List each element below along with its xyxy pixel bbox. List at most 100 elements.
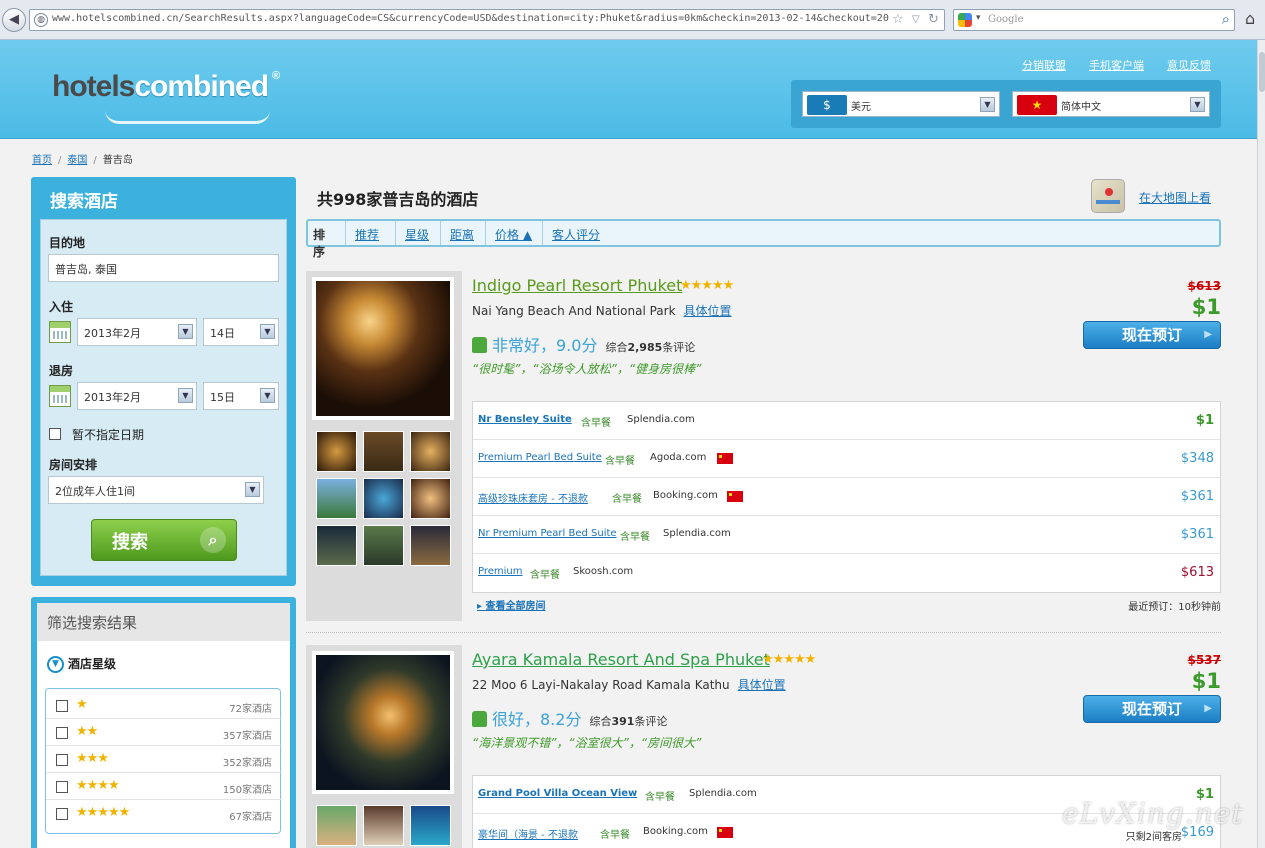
- hotel-name-link[interactable]: Indigo Pearl Resort Phuket: [472, 276, 682, 295]
- search-engine-icon[interactable]: [958, 13, 972, 27]
- location-link[interactable]: 具体位置: [684, 304, 732, 318]
- calendar-icon[interactable]: [49, 385, 71, 407]
- page-scrollbar[interactable]: [1257, 40, 1265, 848]
- room-price[interactable]: $348: [1181, 451, 1214, 466]
- checkin-day-select[interactable]: 14日 ▼: [203, 318, 279, 346]
- sort-price[interactable]: 价格 ▲: [486, 221, 543, 245]
- hotel-thumbnail[interactable]: [316, 431, 357, 472]
- star-checkbox[interactable]: [56, 781, 68, 793]
- reload-icon[interactable]: ↻: [928, 12, 939, 27]
- feedback-link[interactable]: 意见反馈: [1167, 57, 1211, 73]
- star-filter-row[interactable]: ★★ 357家酒店: [46, 719, 282, 746]
- view-all-rooms-link[interactable]: 查看全部房间: [477, 597, 546, 612]
- sort-rating[interactable]: 客人评分: [543, 221, 615, 245]
- search-button[interactable]: 搜索 ⌕: [91, 519, 237, 561]
- breadcrumb-country[interactable]: 泰国: [67, 155, 87, 166]
- room-name-link[interactable]: 高级珍珠床套房 - 不退款: [478, 490, 588, 505]
- room-price[interactable]: $1: [1196, 413, 1214, 428]
- table-row[interactable]: Premium 含早餐 Skoosh.com $613: [473, 554, 1220, 592]
- star-icon: ★★: [76, 724, 98, 739]
- hotel-thumbnail[interactable]: [316, 525, 357, 566]
- chevron-down-icon[interactable]: ▼: [178, 324, 193, 339]
- chevron-down-icon[interactable]: ▼: [260, 388, 275, 403]
- room-name-link[interactable]: Premium: [478, 566, 523, 577]
- chevron-down-icon[interactable]: ▼: [1190, 97, 1205, 112]
- hotel-thumbnail[interactable]: [316, 478, 357, 519]
- table-row[interactable]: Premium Pearl Bed Suite 含早餐 Agoda.com $348: [473, 440, 1220, 478]
- mobile-app-link[interactable]: 手机客户端: [1089, 57, 1144, 73]
- destination-label: 目的地: [49, 236, 86, 250]
- breadcrumb-home[interactable]: 首页: [32, 155, 52, 166]
- hotel-main-photo[interactable]: [312, 277, 454, 420]
- room-price[interactable]: $613: [1181, 565, 1214, 580]
- star-filter-row[interactable]: ★★★★★ 67家酒店: [46, 800, 282, 827]
- chevron-down-icon[interactable]: ▼: [178, 388, 193, 403]
- best-price: $1: [1191, 295, 1221, 319]
- hotel-main-photo[interactable]: [312, 651, 454, 794]
- sort-recommended[interactable]: 推荐: [346, 221, 396, 245]
- calendar-icon[interactable]: [49, 321, 71, 343]
- sort-distance[interactable]: 距离: [441, 221, 486, 245]
- hotel-thumbnail[interactable]: [363, 525, 404, 566]
- sort-stars[interactable]: 星级: [396, 221, 441, 245]
- big-map-link[interactable]: 在大地图上看: [1139, 189, 1211, 206]
- room-name-link[interactable]: 豪华间（海景 - 不退款: [478, 826, 578, 841]
- room-price[interactable]: $361: [1181, 489, 1214, 504]
- room-price[interactable]: $361: [1181, 527, 1214, 542]
- rooms-select[interactable]: 2位成年人住1间 ▼: [48, 476, 264, 504]
- hotel-thumbnail[interactable]: [363, 431, 404, 472]
- room-name-link[interactable]: Grand Pool Villa Ocean View: [478, 788, 637, 799]
- history-dropdown-icon[interactable]: ▽: [912, 14, 920, 25]
- room-name-link[interactable]: Premium Pearl Bed Suite: [478, 452, 602, 463]
- bookmark-star-icon[interactable]: ☆: [892, 12, 904, 27]
- no-date-checkbox[interactable]: [49, 428, 61, 440]
- back-arrow-icon[interactable]: ◀: [2, 8, 26, 32]
- star-checkbox[interactable]: [56, 808, 68, 820]
- affiliate-link[interactable]: 分销联盟: [1022, 57, 1066, 73]
- star-checkbox[interactable]: [56, 727, 68, 739]
- checkout-day-select[interactable]: 15日 ▼: [203, 382, 279, 410]
- star-filter-row[interactable]: ★★★★ 150家酒店: [46, 773, 282, 800]
- star-filter-row[interactable]: ★ 72家酒店: [46, 692, 282, 719]
- destination-input[interactable]: 普吉岛, 泰国: [48, 254, 279, 282]
- web-search-box[interactable]: ▾ Google ⌕: [953, 9, 1235, 31]
- star-filter-row[interactable]: ★★★ 352家酒店: [46, 746, 282, 773]
- map-icon[interactable]: [1091, 179, 1125, 213]
- preference-selectors: $ 美元 ▼ ★ 简体中文 ▼: [791, 80, 1221, 128]
- home-icon[interactable]: ⌂: [1245, 9, 1255, 28]
- room-name-link[interactable]: Nr Premium Pearl Bed Suite: [478, 528, 617, 539]
- web-search-input[interactable]: Google: [988, 14, 1024, 25]
- chevron-down-icon[interactable]: ▼: [47, 656, 64, 673]
- checkin-month-select[interactable]: 2013年2月 ▼: [77, 318, 197, 346]
- star-checkbox[interactable]: [56, 700, 68, 712]
- hotel-thumbnail[interactable]: [410, 805, 451, 846]
- hotel-thumbnail[interactable]: [316, 805, 357, 846]
- star-checkbox[interactable]: [56, 754, 68, 766]
- table-row[interactable]: 高级珍珠床套房 - 不退款 含早餐 Booking.com $361: [473, 478, 1220, 516]
- hotel-thumbnail[interactable]: [410, 525, 451, 566]
- address-bar[interactable]: ◍ www.hotelscombined.cn/SearchResults.as…: [29, 9, 945, 31]
- hotel-thumbnail[interactable]: [363, 805, 404, 846]
- table-row[interactable]: Nr Premium Pearl Bed Suite 含早餐 Splendia.co…: [473, 516, 1220, 554]
- site-logo[interactable]: hotelscombined ®: [52, 70, 280, 104]
- chevron-down-icon[interactable]: ▼: [245, 482, 260, 497]
- checkout-month-select[interactable]: 2013年2月 ▼: [77, 382, 197, 410]
- hotel-thumbnail[interactable]: [410, 478, 451, 519]
- room-name-link[interactable]: Nr Bensley Suite: [478, 414, 572, 425]
- language-select[interactable]: ★ 简体中文 ▼: [1012, 91, 1210, 117]
- location-link[interactable]: 具体位置: [738, 678, 786, 692]
- chevron-down-icon[interactable]: ▼: [980, 97, 995, 112]
- hotel-name-link[interactable]: Ayara Kamala Resort And Spa Phuket: [472, 650, 770, 669]
- engine-dropdown-icon[interactable]: ▾: [976, 13, 981, 23]
- search-icon[interactable]: ⌕: [1222, 10, 1230, 28]
- book-now-button[interactable]: 现在预订 ▶: [1083, 695, 1221, 723]
- book-now-button[interactable]: 现在预订 ▶: [1083, 321, 1221, 349]
- table-row[interactable]: Nr Bensley Suite 含早餐 Splendia.com $1: [473, 402, 1220, 440]
- hotel-thumbnail[interactable]: [363, 478, 404, 519]
- chevron-down-icon[interactable]: ▼: [260, 324, 275, 339]
- star-filter-header[interactable]: ▼ 酒店星级: [47, 655, 116, 673]
- scrollbar-thumb[interactable]: [1259, 52, 1265, 92]
- star-icon: ★: [76, 697, 88, 712]
- hotel-thumbnail[interactable]: [410, 431, 451, 472]
- currency-select[interactable]: $ 美元 ▼: [802, 91, 1000, 117]
